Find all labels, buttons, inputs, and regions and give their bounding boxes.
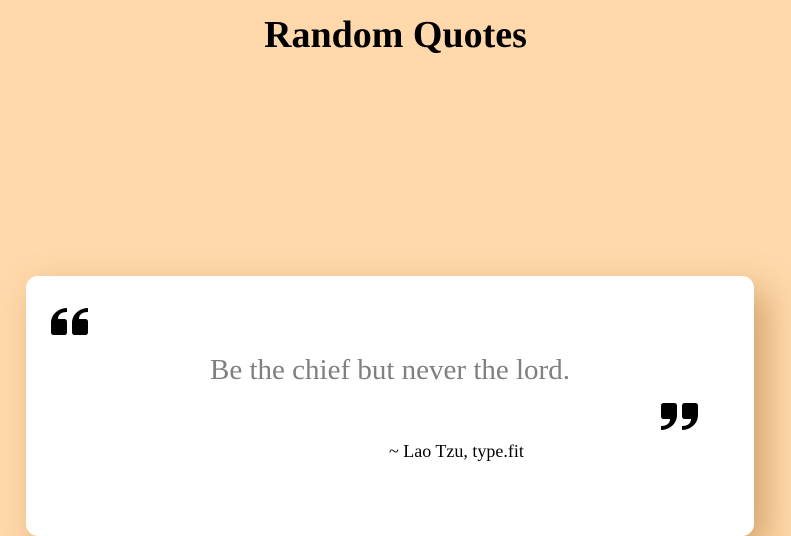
page-title: Random Quotes (264, 14, 527, 56)
quote-author: ~ Lao Tzu, type.fit (389, 441, 524, 461)
quote-text: Be the chief but never the lord. (210, 354, 570, 386)
quote-card: Be the chief but never the lord. ~ Lao T… (26, 276, 754, 536)
quote-right-icon (660, 402, 699, 433)
quote-left-icon (50, 305, 89, 336)
